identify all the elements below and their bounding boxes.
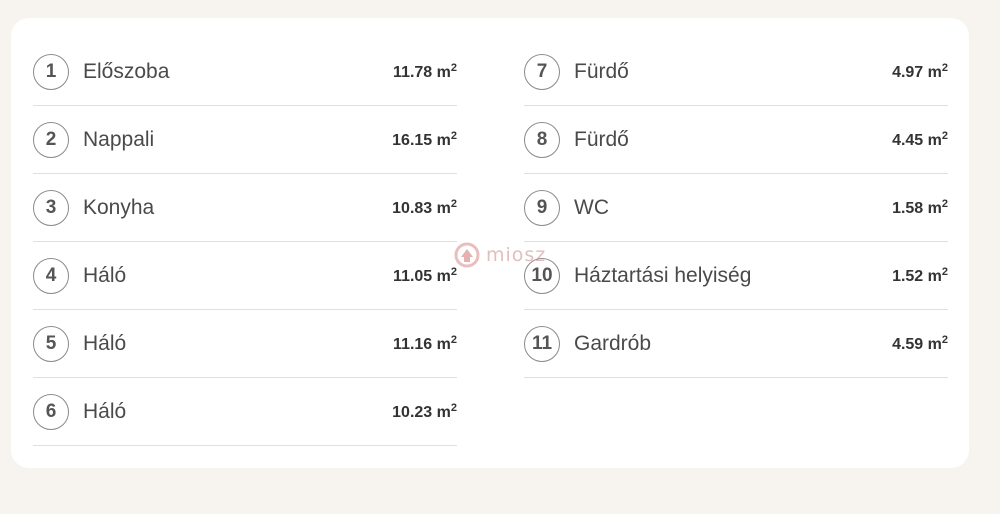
room-area: 10.23 m2 <box>392 401 457 421</box>
room-row: 11 Gardrób 4.59 m2 <box>524 310 948 378</box>
room-list-right: 7 Fürdő 4.97 m2 8 Fürdő 4.45 m2 9 WC 1.5… <box>524 38 948 378</box>
room-number-badge: 11 <box>524 325 560 362</box>
room-area: 1.58 m2 <box>892 197 948 217</box>
room-name: WC <box>574 195 609 219</box>
room-name: Gardrób <box>574 331 652 355</box>
room-number-badge: 1 <box>33 53 69 90</box>
room-area: 11.16 m2 <box>393 333 457 353</box>
room-number-badge: 6 <box>33 393 69 430</box>
room-row: 1 Előszoba 11.78 m2 <box>33 38 457 106</box>
room-name: Fürdő <box>574 127 629 151</box>
room-area: 16.15 m2 <box>392 129 457 149</box>
room-name: Előszoba <box>83 59 170 83</box>
room-list-left: 1 Előszoba 11.78 m2 2 Nappali 16.15 m2 3… <box>33 38 457 446</box>
room-row: 10 Háztartási helyiség 1.52 m2 <box>524 242 948 310</box>
room-number-badge: 4 <box>33 257 69 294</box>
room-area: 10.83 m2 <box>392 197 457 217</box>
room-row: 9 WC 1.58 m2 <box>524 174 948 242</box>
room-area: 4.97 m2 <box>892 61 948 81</box>
room-name: Konyha <box>83 195 155 219</box>
room-area: 11.78 m2 <box>393 61 457 81</box>
room-row: 3 Konyha 10.83 m2 <box>33 174 457 242</box>
room-row: 2 Nappali 16.15 m2 <box>33 106 457 174</box>
room-number-badge: 3 <box>33 189 69 226</box>
room-row: 4 Háló 11.05 m2 <box>33 242 457 310</box>
room-number-badge: 9 <box>524 189 560 226</box>
room-number-badge: 7 <box>524 53 560 90</box>
room-name: Fürdő <box>574 59 629 83</box>
room-name: Háló <box>83 263 127 287</box>
room-row: 5 Háló 11.16 m2 <box>33 310 457 378</box>
room-name: Háztartási helyiség <box>574 263 752 287</box>
room-area: 11.05 m2 <box>393 265 457 285</box>
room-number-badge: 2 <box>33 121 69 158</box>
room-number-badge: 10 <box>524 257 560 294</box>
room-name: Nappali <box>83 127 155 151</box>
room-number-badge: 5 <box>33 325 69 362</box>
room-area: 1.52 m2 <box>892 265 948 285</box>
room-row: 6 Háló 10.23 m2 <box>33 378 457 446</box>
room-row: 8 Fürdő 4.45 m2 <box>524 106 948 174</box>
room-name: Háló <box>83 331 127 355</box>
room-area-card: 1 Előszoba 11.78 m2 2 Nappali 16.15 m2 3… <box>11 18 969 468</box>
room-area: 4.59 m2 <box>892 333 948 353</box>
room-area: 4.45 m2 <box>892 129 948 149</box>
room-row: 7 Fürdő 4.97 m2 <box>524 38 948 106</box>
room-number-badge: 8 <box>524 121 560 158</box>
room-name: Háló <box>83 399 127 423</box>
